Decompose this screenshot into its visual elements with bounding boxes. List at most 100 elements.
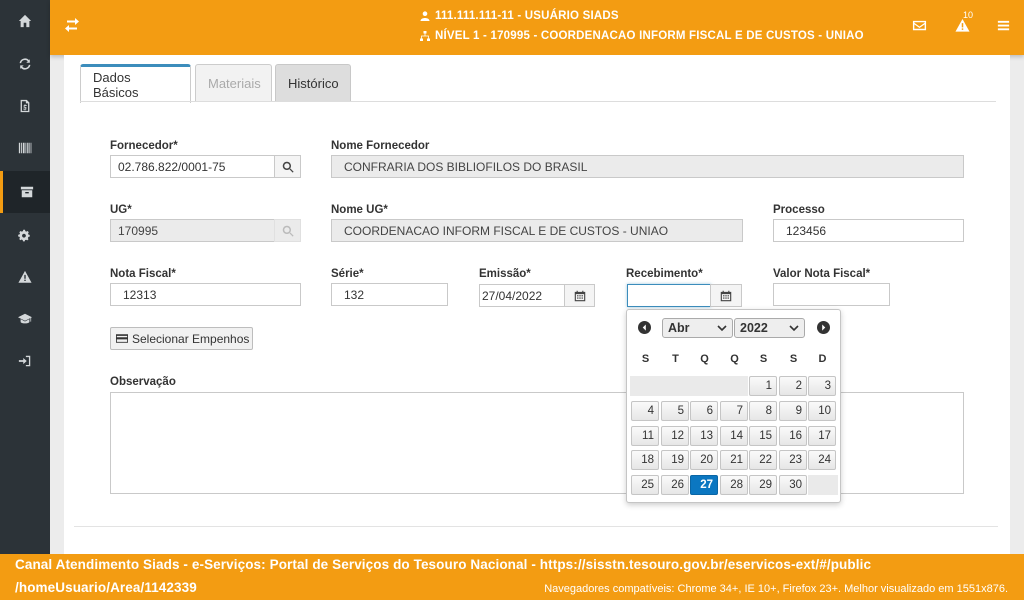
barcode-icon <box>18 142 32 154</box>
datepicker-day[interactable]: 6 <box>690 401 718 421</box>
datepicker-day-selected[interactable]: 27 <box>690 475 718 495</box>
datepicker-day[interactable]: 10 <box>808 401 836 421</box>
weekday-header: T <box>672 353 679 365</box>
datepicker-day[interactable]: 16 <box>779 426 807 446</box>
sign-in-icon <box>18 355 31 367</box>
nota-fiscal-input[interactable]: 12313 <box>110 283 301 306</box>
credit-card-icon <box>116 334 128 343</box>
datepicker-day[interactable]: 24 <box>808 450 836 470</box>
datepicker-next-button[interactable] <box>817 321 830 334</box>
alerts-button[interactable] <box>955 18 971 34</box>
recebimento-label: Recebimento* <box>626 268 703 280</box>
footer-line-2[interactable]: /homeUsuario/Area/1142339 <box>15 580 197 595</box>
sidebar-item-home[interactable] <box>0 0 50 42</box>
nome-ug-label: Nome UG* <box>331 204 388 216</box>
refresh-icon <box>19 58 31 70</box>
footer: Canal Atendimento Siads - e-Serviços: Po… <box>0 554 1024 600</box>
selecionar-empenhos-button[interactable]: Selecionar Empenhos <box>110 327 253 350</box>
datepicker-day[interactable]: 1 <box>749 376 777 396</box>
sidebar-item-archive[interactable] <box>0 171 50 213</box>
sidebar-item-training[interactable] <box>0 298 50 340</box>
year-value: 2022 <box>740 321 768 335</box>
sitemap-icon <box>420 31 430 41</box>
datepicker-day[interactable]: 26 <box>661 475 689 495</box>
ug-field: 170995 <box>110 219 275 242</box>
datepicker-day[interactable]: 9 <box>779 401 807 421</box>
calendar-icon <box>574 290 585 301</box>
fornecedor-input[interactable]: 02.786.822/0001-75 <box>110 155 275 178</box>
exchange-arrows-icon <box>65 18 79 32</box>
alert-count-badge: 10 <box>963 10 974 20</box>
document-money-icon <box>20 99 30 113</box>
footer-compat: Navegadores compatíveis: Chrome 34+, IE … <box>544 583 1008 595</box>
month-value: Abr <box>668 321 690 335</box>
chevron-right-icon <box>822 324 826 331</box>
menu-button[interactable] <box>996 18 1012 34</box>
datepicker-month-select[interactable]: Abr <box>662 318 733 338</box>
warning-icon <box>955 18 970 32</box>
datepicker-day[interactable]: 8 <box>749 401 777 421</box>
datepicker-day[interactable]: 18 <box>631 450 659 470</box>
datepicker-day[interactable]: 25 <box>631 475 659 495</box>
sidebar-item-alerts[interactable] <box>0 256 50 298</box>
chevron-down-icon <box>717 325 727 332</box>
tab-dados-basicos[interactable]: Dados Básicos <box>80 64 191 103</box>
recebimento-input[interactable] <box>627 284 711 307</box>
datepicker-day[interactable]: 19 <box>661 450 689 470</box>
serie-input[interactable]: 132 <box>331 283 448 306</box>
nome-fornecedor-label: Nome Fornecedor <box>331 140 430 152</box>
user-info: 111.111.111-11 - USUÁRIO SIADS <box>420 10 619 22</box>
hamburger-icon <box>997 20 1010 31</box>
emissao-input[interactable]: 27/04/2022 <box>479 284 565 307</box>
datepicker-day[interactable]: 3 <box>808 376 836 396</box>
tab-historico[interactable]: Histórico <box>275 64 351 101</box>
footer-line-1[interactable]: Canal Atendimento Siads - e-Serviços: Po… <box>15 557 871 572</box>
calendar-icon <box>720 290 732 301</box>
processo-input[interactable]: 123456 <box>773 219 964 242</box>
datepicker-day[interactable]: 29 <box>749 475 777 495</box>
nome-fornecedor-field: CONFRARIA DOS BIBLIOFILOS DO BRASIL <box>331 155 964 178</box>
chevron-down-icon <box>789 325 799 332</box>
recebimento-calendar-button[interactable] <box>710 284 742 307</box>
fornecedor-label: Fornecedor* <box>110 140 178 152</box>
datepicker-day[interactable]: 15 <box>749 426 777 446</box>
datepicker-prev-button[interactable] <box>638 321 651 334</box>
datepicker-day[interactable]: 4 <box>631 401 659 421</box>
datepicker-day[interactable]: 2 <box>779 376 807 396</box>
datepicker-day[interactable]: 11 <box>631 426 659 446</box>
level-info: NÍVEL 1 - 170995 - COORDENACAO INFORM FI… <box>420 30 864 42</box>
sidebar-item-refresh[interactable] <box>0 43 50 85</box>
weekday-header: S <box>789 353 798 365</box>
datepicker-day[interactable]: 14 <box>720 426 748 446</box>
home-icon <box>18 14 32 28</box>
ug-search-button <box>274 219 301 242</box>
sidebar-item-documents[interactable] <box>0 85 50 127</box>
datepicker-day[interactable]: 23 <box>779 450 807 470</box>
warning-icon <box>18 270 32 283</box>
datepicker-day[interactable]: 30 <box>779 475 807 495</box>
valor-nota-input[interactable] <box>773 283 890 306</box>
sidebar-toggle-button[interactable] <box>64 17 80 33</box>
emissao-calendar-button[interactable] <box>564 284 595 307</box>
weekday-header: S <box>641 353 650 365</box>
messages-button[interactable] <box>912 18 928 34</box>
datepicker-day[interactable]: 20 <box>690 450 718 470</box>
datepicker-day[interactable]: 13 <box>690 426 718 446</box>
datepicker-day[interactable]: 22 <box>749 450 777 470</box>
tab-materiais[interactable]: Materiais <box>195 64 272 101</box>
sidebar-item-barcode[interactable] <box>0 127 50 169</box>
datepicker-day[interactable]: 28 <box>720 475 748 495</box>
archive-box-icon <box>20 186 33 198</box>
datepicker-popup: Abr 2022 S T Q Q S S D 1 2 3 4 5 6 7 8 9 10 11 12 13 14 15 16 1… <box>626 309 841 503</box>
datepicker-day[interactable]: 5 <box>661 401 689 421</box>
datepicker-day[interactable]: 12 <box>661 426 689 446</box>
weekday-header: Q <box>700 353 709 365</box>
fornecedor-search-button[interactable] <box>274 155 301 178</box>
sidebar-item-logout[interactable] <box>0 340 50 382</box>
datepicker-year-select[interactable]: 2022 <box>734 318 805 338</box>
datepicker-day[interactable]: 21 <box>720 450 748 470</box>
datepicker-day[interactable]: 17 <box>808 426 836 446</box>
sidebar-item-settings[interactable] <box>0 214 50 256</box>
datepicker-day[interactable]: 7 <box>720 401 748 421</box>
datepicker-empty-cells <box>630 376 748 396</box>
